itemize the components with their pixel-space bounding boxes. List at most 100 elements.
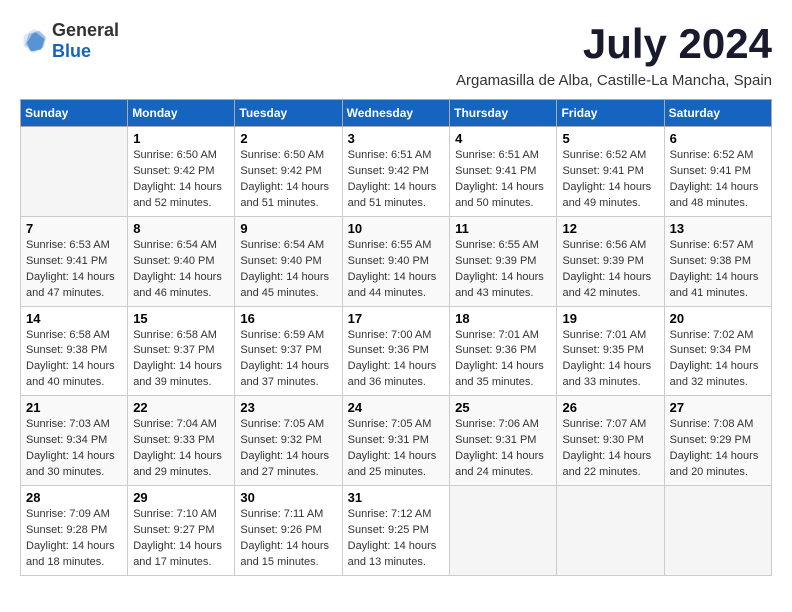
day-number: 22 — [133, 400, 229, 415]
calendar-table: SundayMondayTuesdayWednesdayThursdayFrid… — [20, 99, 772, 576]
header-tuesday: Tuesday — [235, 100, 342, 127]
day-info: Sunrise: 7:10 AM Sunset: 9:27 PM Dayligh… — [133, 507, 229, 571]
day-number: 9 — [240, 221, 336, 236]
day-number: 26 — [562, 400, 658, 415]
header-wednesday: Wednesday — [342, 100, 450, 127]
day-info: Sunrise: 7:07 AM Sunset: 9:30 PM Dayligh… — [562, 417, 658, 481]
calendar-cell: 22Sunrise: 7:04 AM Sunset: 9:33 PM Dayli… — [128, 396, 235, 486]
calendar-cell: 8 Sunrise: 6:54 AM Sunset: 9:40 PM Daylig… — [128, 216, 235, 306]
day-number: 13 — [670, 221, 766, 236]
day-info: Sunrise: 7:06 AM Sunset: 9:31 PM Dayligh… — [455, 417, 551, 481]
calendar-cell: 7 Sunrise: 6:53 AM Sunset: 9:41 PM Daylig… — [21, 216, 128, 306]
calendar-cell: 10 Sunrise: 6:55 AM Sunset: 9:40 PM Dayli… — [342, 216, 450, 306]
day-info: Sunrise: 6:53 AM Sunset: 9:41 PM Dayligh… — [26, 238, 122, 302]
day-number: 8 — [133, 221, 229, 236]
month-title: July 2024 — [583, 20, 772, 68]
calendar-cell: 9 Sunrise: 6:54 AM Sunset: 9:40 PM Daylig… — [235, 216, 342, 306]
day-number: 10 — [348, 221, 445, 236]
calendar-cell: 20Sunrise: 7:02 AM Sunset: 9:34 PM Dayli… — [664, 306, 771, 396]
day-number: 2 — [240, 131, 336, 146]
calendar-cell — [21, 127, 128, 217]
day-info: Sunrise: 6:55 AM Sunset: 9:40 PM Dayligh… — [348, 238, 445, 302]
day-number: 1 — [133, 131, 229, 146]
logo: General Blue — [20, 20, 119, 62]
calendar-cell: 14 Sunrise: 6:58 AM Sunset: 9:38 PM Dayli… — [21, 306, 128, 396]
day-number: 3 — [348, 131, 445, 146]
calendar-header-row: SundayMondayTuesdayWednesdayThursdayFrid… — [21, 100, 772, 127]
day-info: Sunrise: 6:59 AM Sunset: 9:37 PM Dayligh… — [240, 328, 336, 392]
calendar-cell: 4 Sunrise: 6:51 AM Sunset: 9:41 PM Daylig… — [450, 127, 557, 217]
day-info: Sunrise: 7:01 AM Sunset: 9:36 PM Dayligh… — [455, 328, 551, 392]
day-info: Sunrise: 6:54 AM Sunset: 9:40 PM Dayligh… — [133, 238, 229, 302]
day-info: Sunrise: 7:03 AM Sunset: 9:34 PM Dayligh… — [26, 417, 122, 481]
calendar-cell: 13 Sunrise: 6:57 AM Sunset: 9:38 PM Dayli… — [664, 216, 771, 306]
day-number: 4 — [455, 131, 551, 146]
day-number: 30 — [240, 490, 336, 505]
calendar-week-4: 28 Sunrise: 7:09 AM Sunset: 9:28 PM Dayli… — [21, 486, 772, 576]
day-info: Sunrise: 6:50 AM Sunset: 9:42 PM Dayligh… — [133, 148, 229, 212]
calendar-cell: 1 Sunrise: 6:50 AM Sunset: 9:42 PM Daylig… — [128, 127, 235, 217]
day-info: Sunrise: 7:09 AM Sunset: 9:28 PM Dayligh… — [26, 507, 122, 571]
calendar-cell: 12Sunrise: 6:56 AM Sunset: 9:39 PM Dayli… — [557, 216, 664, 306]
calendar-cell: 21 Sunrise: 7:03 AM Sunset: 9:34 PM Dayli… — [21, 396, 128, 486]
day-info: Sunrise: 6:52 AM Sunset: 9:41 PM Dayligh… — [670, 148, 766, 212]
day-info: Sunrise: 7:00 AM Sunset: 9:36 PM Dayligh… — [348, 328, 445, 392]
day-number: 25 — [455, 400, 551, 415]
day-info: Sunrise: 6:57 AM Sunset: 9:38 PM Dayligh… — [670, 238, 766, 302]
day-number: 5 — [562, 131, 658, 146]
calendar-cell: 26 Sunrise: 7:07 AM Sunset: 9:30 PM Dayli… — [557, 396, 664, 486]
calendar-cell: 25 Sunrise: 7:06 AM Sunset: 9:31 PM Dayli… — [450, 396, 557, 486]
day-info: Sunrise: 7:08 AM Sunset: 9:29 PM Dayligh… — [670, 417, 766, 481]
calendar-cell: 5Sunrise: 6:52 AM Sunset: 9:41 PM Daylig… — [557, 127, 664, 217]
day-number: 29 — [133, 490, 229, 505]
calendar-cell: 29 Sunrise: 7:10 AM Sunset: 9:27 PM Dayli… — [128, 486, 235, 576]
calendar-cell: 18 Sunrise: 7:01 AM Sunset: 9:36 PM Dayli… — [450, 306, 557, 396]
logo-icon — [20, 27, 48, 55]
day-info: Sunrise: 6:51 AM Sunset: 9:42 PM Dayligh… — [348, 148, 445, 212]
header-monday: Monday — [128, 100, 235, 127]
day-info: Sunrise: 6:51 AM Sunset: 9:41 PM Dayligh… — [455, 148, 551, 212]
day-info: Sunrise: 6:58 AM Sunset: 9:37 PM Dayligh… — [133, 328, 229, 392]
day-number: 28 — [26, 490, 122, 505]
calendar-week-1: 7 Sunrise: 6:53 AM Sunset: 9:41 PM Daylig… — [21, 216, 772, 306]
calendar-cell: 30 Sunrise: 7:11 AM Sunset: 9:26 PM Dayli… — [235, 486, 342, 576]
calendar-cell — [557, 486, 664, 576]
calendar-cell: 3 Sunrise: 6:51 AM Sunset: 9:42 PM Daylig… — [342, 127, 450, 217]
day-info: Sunrise: 7:02 AM Sunset: 9:34 PM Dayligh… — [670, 328, 766, 392]
calendar-cell — [664, 486, 771, 576]
calendar-cell: 11 Sunrise: 6:55 AM Sunset: 9:39 PM Dayli… — [450, 216, 557, 306]
day-number: 31 — [348, 490, 445, 505]
day-info: Sunrise: 7:12 AM Sunset: 9:25 PM Dayligh… — [348, 507, 445, 571]
header-friday: Friday — [557, 100, 664, 127]
day-number: 21 — [26, 400, 122, 415]
header-sunday: Sunday — [21, 100, 128, 127]
day-number: 7 — [26, 221, 122, 236]
calendar-cell: 23Sunrise: 7:05 AM Sunset: 9:32 PM Dayli… — [235, 396, 342, 486]
calendar-cell: 31 Sunrise: 7:12 AM Sunset: 9:25 PM Dayli… — [342, 486, 450, 576]
day-info: Sunrise: 7:11 AM Sunset: 9:26 PM Dayligh… — [240, 507, 336, 571]
day-number: 15 — [133, 311, 229, 326]
calendar-cell: 17 Sunrise: 7:00 AM Sunset: 9:36 PM Dayli… — [342, 306, 450, 396]
day-number: 6 — [670, 131, 766, 146]
page-header: General Blue July 2024 — [20, 20, 772, 68]
day-info: Sunrise: 6:56 AM Sunset: 9:39 PM Dayligh… — [562, 238, 658, 302]
day-info: Sunrise: 6:55 AM Sunset: 9:39 PM Dayligh… — [455, 238, 551, 302]
day-number: 11 — [455, 221, 551, 236]
day-number: 23 — [240, 400, 336, 415]
calendar-cell: 15 Sunrise: 6:58 AM Sunset: 9:37 PM Dayli… — [128, 306, 235, 396]
calendar-cell: 24Sunrise: 7:05 AM Sunset: 9:31 PM Dayli… — [342, 396, 450, 486]
day-number: 27 — [670, 400, 766, 415]
header-thursday: Thursday — [450, 100, 557, 127]
calendar-cell: 27 Sunrise: 7:08 AM Sunset: 9:29 PM Dayli… — [664, 396, 771, 486]
day-number: 14 — [26, 311, 122, 326]
calendar-week-3: 21 Sunrise: 7:03 AM Sunset: 9:34 PM Dayli… — [21, 396, 772, 486]
calendar-week-2: 14 Sunrise: 6:58 AM Sunset: 9:38 PM Dayli… — [21, 306, 772, 396]
calendar-week-0: 1 Sunrise: 6:50 AM Sunset: 9:42 PM Daylig… — [21, 127, 772, 217]
day-info: Sunrise: 6:58 AM Sunset: 9:38 PM Dayligh… — [26, 328, 122, 392]
day-number: 17 — [348, 311, 445, 326]
day-number: 18 — [455, 311, 551, 326]
calendar-cell: 28 Sunrise: 7:09 AM Sunset: 9:28 PM Dayli… — [21, 486, 128, 576]
calendar-cell: 16Sunrise: 6:59 AM Sunset: 9:37 PM Dayli… — [235, 306, 342, 396]
day-info: Sunrise: 6:54 AM Sunset: 9:40 PM Dayligh… — [240, 238, 336, 302]
day-info: Sunrise: 6:50 AM Sunset: 9:42 PM Dayligh… — [240, 148, 336, 212]
